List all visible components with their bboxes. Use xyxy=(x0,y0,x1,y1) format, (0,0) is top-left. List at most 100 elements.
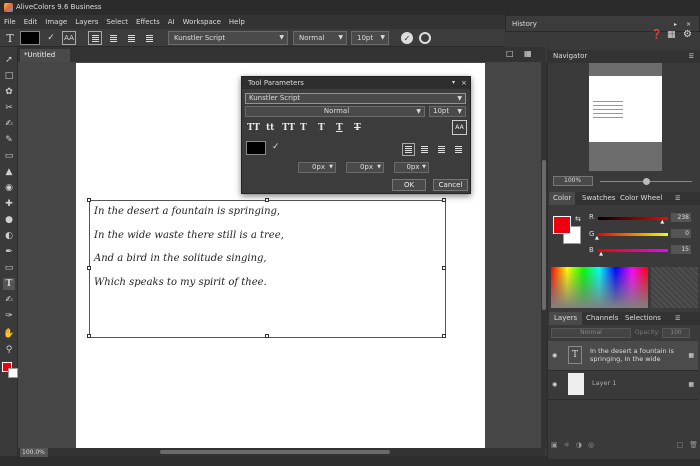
align-left-button[interactable] xyxy=(88,31,102,45)
panel-menu-icon[interactable]: ☰ xyxy=(675,192,680,205)
pen-tool-icon[interactable]: ✒ xyxy=(3,246,15,258)
tab-swatches[interactable]: Swatches xyxy=(582,192,615,205)
color-b-marker[interactable]: ▲ xyxy=(599,251,603,257)
color-b-value[interactable]: 15 xyxy=(671,245,691,254)
menu-help[interactable]: Help xyxy=(229,18,245,26)
dialog-style-select[interactable]: Normal ▼ xyxy=(245,106,425,117)
link-icon[interactable]: ⚛ xyxy=(564,441,570,452)
lasso-tool-icon[interactable]: ✿ xyxy=(3,86,15,98)
layer-row-background[interactable]: ◉ Layer 1 ▦ xyxy=(548,370,698,400)
background-color-swatch[interactable] xyxy=(8,368,18,378)
panel-menu-icon[interactable]: ☰ xyxy=(689,50,694,63)
all-caps-button[interactable]: TT xyxy=(247,123,260,133)
shape-tool-icon[interactable]: ▭ xyxy=(3,262,15,274)
pipette-tool-icon[interactable]: ✑ xyxy=(3,310,15,322)
opacity-field[interactable]: 100 xyxy=(662,328,690,338)
text-color-swatch[interactable] xyxy=(20,31,40,45)
tab-color-wheel[interactable]: Color Wheel xyxy=(620,192,662,205)
resize-handle[interactable] xyxy=(442,334,446,338)
dialog-align-justify-button[interactable] xyxy=(452,143,465,156)
color-r-value[interactable]: 238 xyxy=(671,213,691,222)
navigator-zoom-select[interactable]: 100% xyxy=(553,176,593,186)
spacing-field-3[interactable]: 0px ▼ xyxy=(394,162,429,173)
brush-tool-icon[interactable]: ✎ xyxy=(3,134,15,146)
strikethrough-button[interactable]: T xyxy=(354,123,361,133)
dialog-menu-icon[interactable]: ▾ xyxy=(452,77,455,89)
text-tool-icon[interactable]: T xyxy=(3,278,15,290)
dialog-font-select[interactable]: Kunstler Script ▼ xyxy=(245,93,466,104)
eyedropper-icon[interactable]: ✓ xyxy=(44,31,58,45)
tab-color[interactable]: Color xyxy=(549,192,576,205)
underline-button[interactable]: T xyxy=(336,123,343,133)
fill-tool-icon[interactable]: ▲ xyxy=(3,166,15,178)
caps-button[interactable]: TT xyxy=(282,123,295,133)
navigator-zoom-knob[interactable] xyxy=(643,178,650,185)
new-layer-icon[interactable]: □ xyxy=(676,441,683,452)
menu-effects[interactable]: Effects xyxy=(136,18,160,26)
color-picker-tool-icon[interactable]: ✍ xyxy=(3,294,15,306)
color-r-slider[interactable] xyxy=(598,217,668,220)
align-right-button[interactable] xyxy=(124,31,138,45)
menu-ai[interactable]: AI xyxy=(168,18,175,26)
small-caps-button[interactable]: tt xyxy=(266,123,274,133)
move-tool-icon[interactable]: ➚ xyxy=(3,54,15,66)
resize-handle[interactable] xyxy=(265,198,269,202)
close-icon[interactable]: × xyxy=(461,77,467,89)
dialog-eyedropper-icon[interactable]: ✓ xyxy=(272,142,280,152)
color-history-grid[interactable] xyxy=(651,267,698,308)
clone-tool-icon[interactable]: ◉ xyxy=(3,182,15,194)
mask-icon[interactable]: ◎ xyxy=(588,441,594,452)
text-layer-box[interactable]: In the desert a fountain is springing, I… xyxy=(87,198,446,338)
menu-edit[interactable]: Edit xyxy=(24,18,38,26)
resize-handle[interactable] xyxy=(87,198,91,202)
cancel-circle-icon[interactable] xyxy=(419,32,431,44)
settings-gear-icon[interactable]: ⚙ xyxy=(683,29,692,40)
resize-handle[interactable] xyxy=(87,334,91,338)
horizontal-scroll-thumb[interactable] xyxy=(160,450,390,454)
dialog-align-right-button[interactable] xyxy=(435,143,448,156)
resize-handle[interactable] xyxy=(265,334,269,338)
new-group-icon[interactable]: ▣ xyxy=(551,441,558,452)
menu-select[interactable]: Select xyxy=(106,18,128,26)
subscript-button[interactable]: T xyxy=(300,123,307,133)
align-center-button[interactable] xyxy=(106,31,120,45)
layer-options-icon[interactable]: ▦ xyxy=(688,352,694,359)
dialog-size-select[interactable]: 10pt ▼ xyxy=(429,106,466,117)
tab-channels[interactable]: Channels xyxy=(586,312,618,325)
new-document-icon[interactable]: □ xyxy=(506,49,514,58)
eyedropper-tool-icon[interactable]: ✍ xyxy=(3,118,15,130)
zoom-tool-icon[interactable]: ⚲ xyxy=(3,344,15,356)
menu-file[interactable]: File xyxy=(4,18,16,26)
delete-layer-icon[interactable]: 🗑 xyxy=(689,441,698,452)
marquee-tool-icon[interactable]: □ xyxy=(3,70,15,82)
dialog-align-left-button[interactable] xyxy=(402,143,415,156)
blur-tool-icon[interactable]: ● xyxy=(3,214,15,226)
menu-image[interactable]: Image xyxy=(45,18,67,26)
antialias-icon[interactable]: AA xyxy=(62,31,76,45)
zoom-field[interactable]: 100.0% xyxy=(20,448,48,457)
align-justify-button[interactable] xyxy=(142,31,156,45)
spacing-field-2[interactable]: 0px ▼ xyxy=(346,162,384,173)
color-r-marker[interactable]: ▲ xyxy=(660,219,664,225)
antialias-toggle-icon[interactable]: AA xyxy=(452,120,467,135)
commit-check-icon[interactable]: ✓ xyxy=(401,32,413,44)
resize-handle[interactable] xyxy=(87,266,91,270)
layer-row-text[interactable]: ◉ T In the desert a fountain is springin… xyxy=(548,341,698,371)
resize-handle[interactable] xyxy=(442,266,446,270)
dialog-color-swatch[interactable] xyxy=(246,141,266,155)
spacing-field-1[interactable]: 0px ▼ xyxy=(298,162,336,173)
eraser-tool-icon[interactable]: ▭ xyxy=(3,150,15,162)
color-spectrum[interactable] xyxy=(551,267,648,308)
font-size-select[interactable]: 10pt ▼ xyxy=(351,31,389,45)
panel-menu-icon[interactable]: ☰ xyxy=(675,312,680,325)
vertical-scroll-thumb[interactable] xyxy=(542,160,546,310)
font-select[interactable]: Kunstler Script ▼ xyxy=(168,31,288,45)
color-b-slider[interactable] xyxy=(598,249,668,252)
color-g-slider[interactable] xyxy=(598,233,668,236)
adjustment-icon[interactable]: ◑ xyxy=(576,441,582,452)
menu-layers[interactable]: Layers xyxy=(75,18,98,26)
superscript-button[interactable]: T xyxy=(318,123,325,133)
menu-workspace[interactable]: Workspace xyxy=(183,18,221,26)
healing-tool-icon[interactable]: ✚ xyxy=(3,198,15,210)
font-style-select[interactable]: Normal ▼ xyxy=(293,31,347,45)
